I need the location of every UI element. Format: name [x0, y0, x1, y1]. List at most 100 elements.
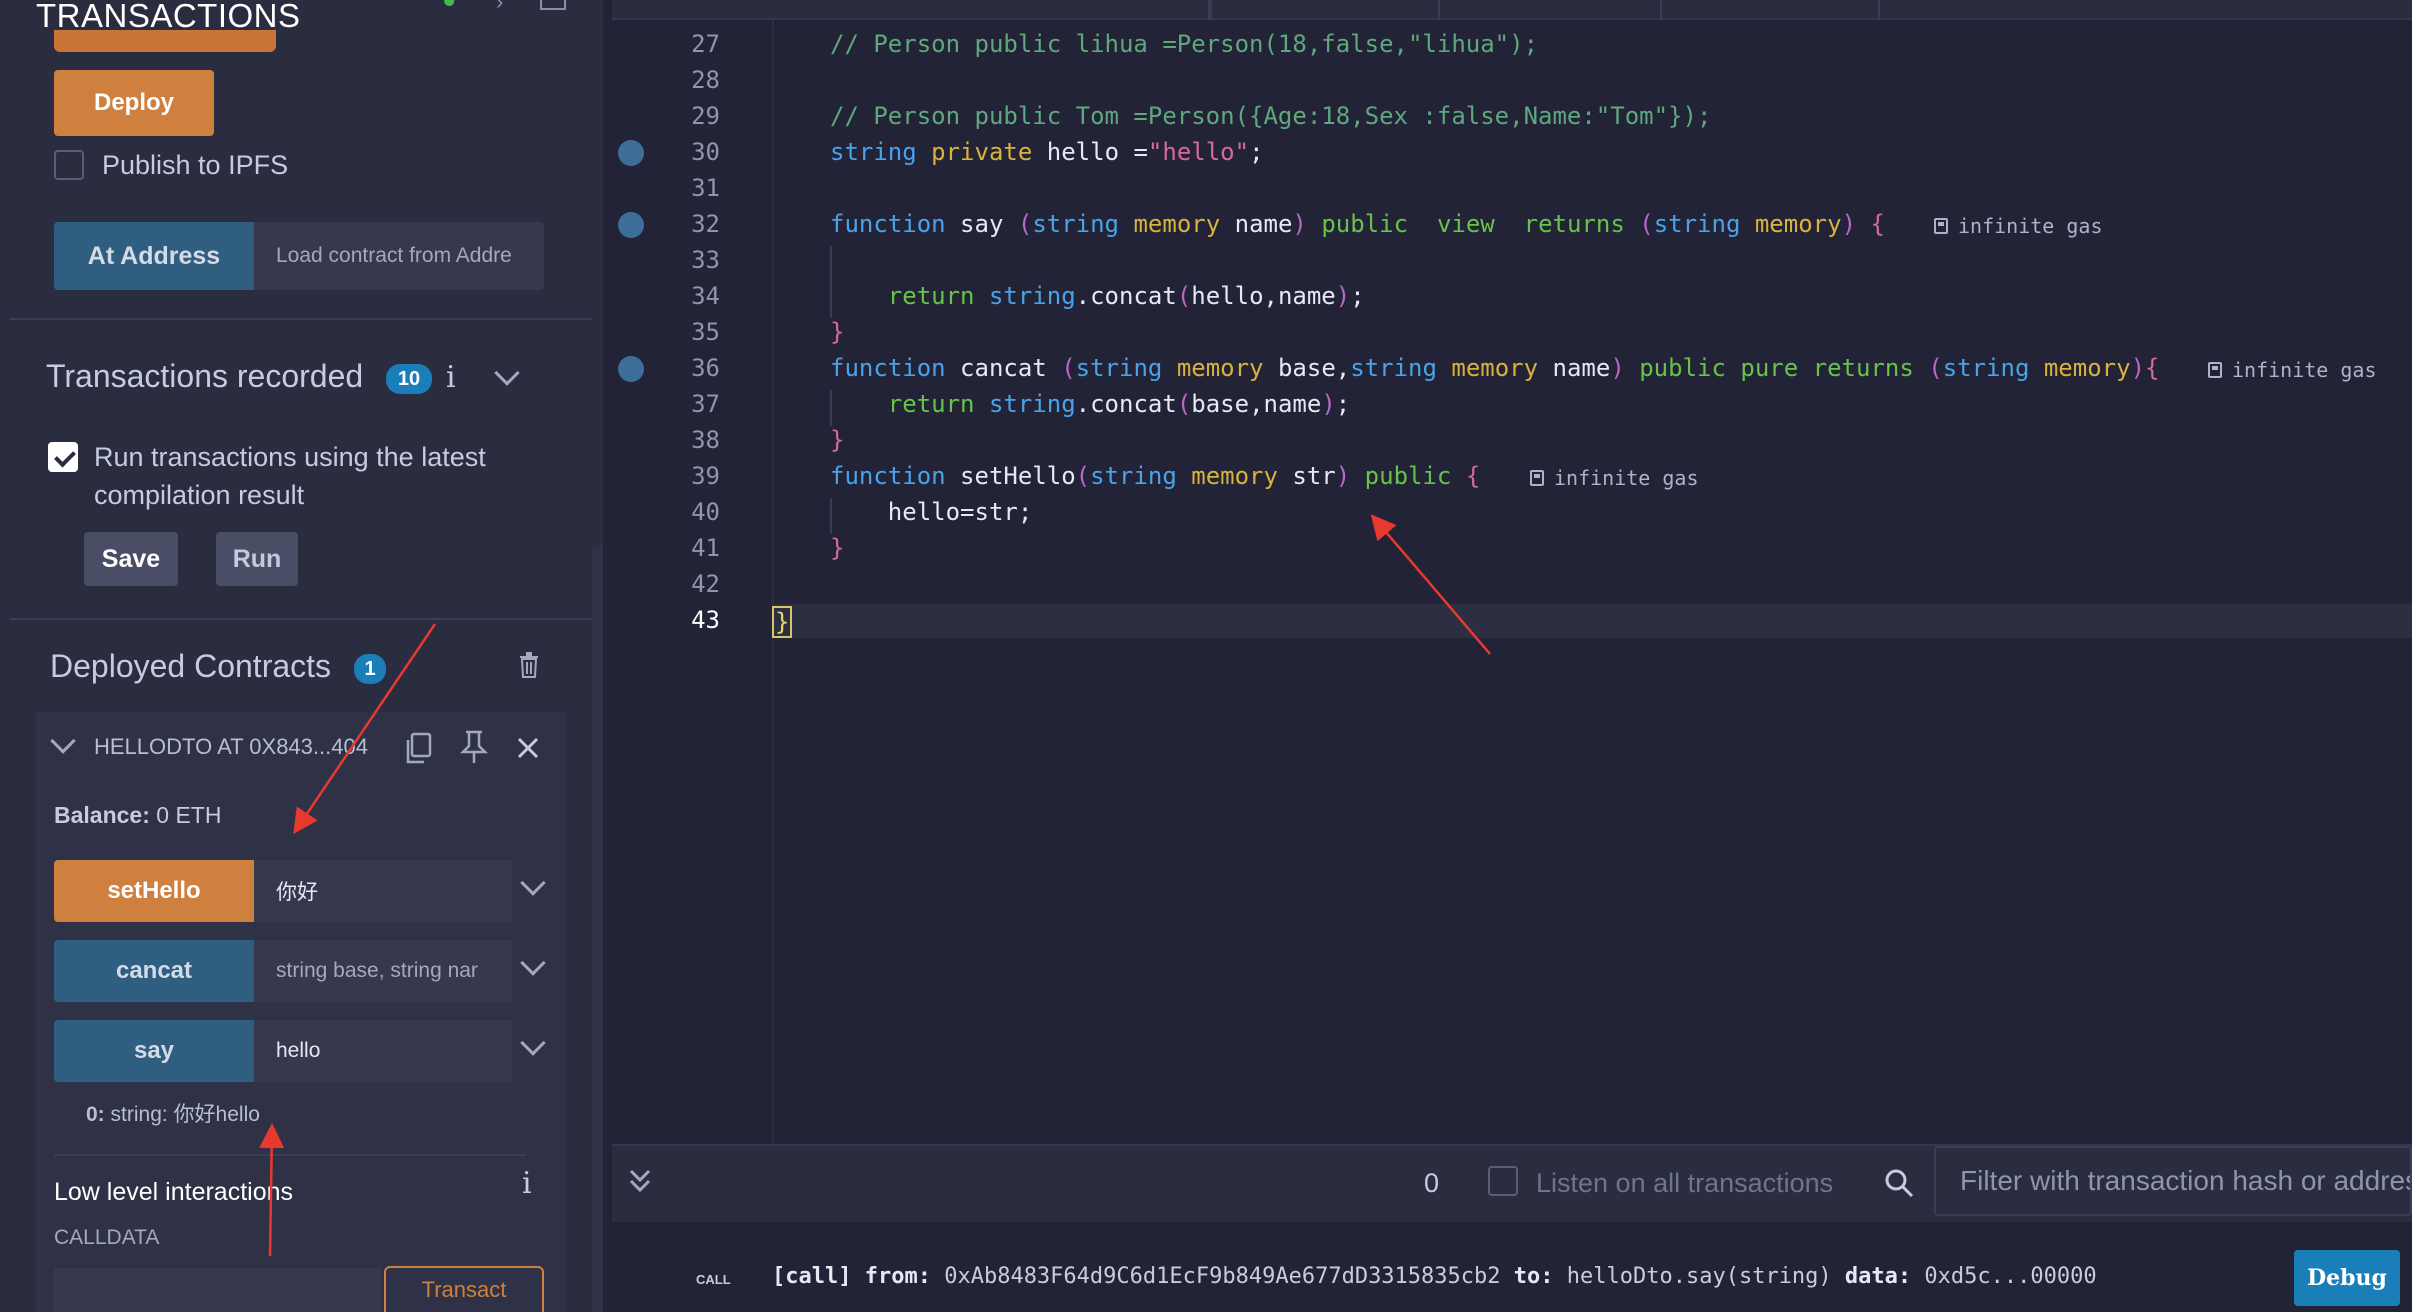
code-editor[interactable]: 27 28 29 30 31 32 33 34 35 36 37 38 39 4… [612, 0, 2412, 1144]
editor-tab[interactable] [1210, 0, 1440, 20]
transact-button[interactable]: Transact [384, 1266, 544, 1312]
gas-estimate-sethello: infinite gas [1530, 466, 1699, 490]
at-address-button[interactable]: At Address [54, 222, 254, 290]
chevron-down-icon[interactable] [494, 360, 520, 386]
compiler-version-badge [54, 30, 276, 52]
trash-icon[interactable] [518, 652, 540, 678]
text-cursor-brace: } [772, 606, 793, 638]
deployed-count-badge: 1 [354, 654, 386, 684]
sethello-button[interactable]: setHello [54, 860, 254, 922]
code-line-35: } [830, 318, 845, 346]
calldata-label: CALLDATA [54, 1226, 160, 1249]
code-line-32: function say (string memory name) public… [830, 210, 1885, 238]
line-number: 31 [691, 174, 720, 202]
line-number: 42 [691, 570, 720, 598]
log-from-label: from: [864, 1264, 931, 1289]
run-button[interactable]: Run [216, 532, 298, 586]
breakpoint-marker[interactable] [618, 140, 644, 166]
section-divider [54, 1154, 526, 1156]
low-level-info-icon[interactable]: i [522, 1166, 532, 1201]
contract-instance-name[interactable]: HELLODTO AT 0X843...404 [94, 734, 376, 760]
listen-all-label: Listen on all transactions [1536, 1168, 1834, 1198]
log-to: helloDto.say(string) [1566, 1264, 1832, 1289]
gas-pump-icon [1530, 470, 1544, 486]
pin-icon[interactable] [459, 730, 489, 769]
line-number: 38 [691, 426, 720, 454]
breakpoint-marker[interactable] [618, 212, 644, 238]
publish-ipfs-checkbox[interactable] [54, 150, 84, 180]
listen-all-checkbox[interactable] [1488, 1166, 1518, 1196]
info-icon[interactable]: i [446, 360, 456, 395]
say-button[interactable]: say [54, 1020, 254, 1082]
close-icon[interactable] [516, 736, 540, 765]
deployed-contracts-label: Deployed Contracts [50, 648, 332, 684]
at-address-input[interactable]: Load contract from Addre [254, 222, 544, 290]
code-area[interactable] [774, 20, 2412, 1144]
low-level-label: Low level interactions [54, 1178, 294, 1206]
terminal-panel: 0 Listen on all transactions Filter with… [612, 1144, 2412, 1312]
balance-value: 0 ETH [156, 802, 222, 828]
debug-button[interactable]: Debug [2294, 1250, 2400, 1306]
breakpoint-marker[interactable] [618, 356, 644, 382]
line-number: 28 [691, 66, 720, 94]
run-latest-label-line2: compilation result [94, 480, 305, 510]
code-line-37: return string.concat(base,name); [887, 390, 1351, 418]
collapse-terminal-icon[interactable] [628, 1168, 652, 1199]
copy-icon[interactable] [404, 732, 434, 769]
transactions-recorded-label: Transactions recorded [46, 358, 364, 394]
save-button[interactable]: Save [84, 532, 178, 586]
code-line-40: hello=str; [887, 498, 1033, 526]
search-icon[interactable] [1884, 1168, 1914, 1203]
line-number: 37 [691, 390, 720, 418]
line-number: 29 [691, 102, 720, 130]
code-line-41: } [830, 534, 845, 562]
log-prefix: [call] [772, 1264, 852, 1289]
log-from-address: 0xAb8483F64d9C6d1EcF9b849Ae677dD3315835c… [944, 1264, 1501, 1289]
deploy-button[interactable]: Deploy [54, 70, 214, 136]
log-data: 0xd5c...00000 [1924, 1264, 2097, 1289]
line-number: 30 [691, 138, 720, 166]
line-number: 35 [691, 318, 720, 346]
shield-check-icon[interactable]: ⚫ [440, 0, 466, 13]
result-value: string: 你好hello [110, 1103, 260, 1126]
cancat-input[interactable]: string base, string nar [254, 940, 512, 1002]
run-latest-label-line1: Run transactions using the latest [94, 442, 486, 472]
chevron-right-icon[interactable]: › [496, 0, 522, 13]
line-number: 36 [691, 354, 720, 382]
code-line-36: function cancat (string memory base,stri… [830, 354, 2160, 382]
line-number-active: 43 [691, 606, 720, 634]
panel-expand-icon[interactable] [540, 0, 566, 10]
balance-label: Balance: [54, 802, 150, 828]
line-number: 33 [691, 246, 720, 274]
section-divider [10, 618, 592, 620]
line-number: 34 [691, 282, 720, 310]
call-tag: CALL [696, 1272, 731, 1287]
terminal-log-entry[interactable]: [call] from: 0xAb8483F64d9C6d1EcF9b849Ae… [772, 1264, 2097, 1289]
publish-ipfs-label: Publish to IPFS [102, 150, 289, 180]
transactions-count-badge: 10 [386, 364, 432, 394]
code-line-38: } [830, 426, 845, 454]
scrollbar[interactable] [592, 545, 603, 1312]
gas-label: infinite gas [1554, 466, 1699, 490]
editor-tab[interactable] [1660, 0, 1880, 20]
line-number: 40 [691, 498, 720, 526]
line-number: 39 [691, 462, 720, 490]
gas-pump-icon [2208, 362, 2222, 378]
editor-tab-strip [612, 0, 2412, 20]
say-input[interactable]: hello [254, 1020, 512, 1082]
code-line-27: // Person public lihua =Person(18,false,… [830, 30, 1539, 58]
line-number: 32 [691, 210, 720, 238]
run-panel: TRANSACTIONS ⚫ › Deploy Publish to IPFS … [0, 0, 603, 1312]
section-divider [10, 318, 592, 320]
result-index: 0: [86, 1103, 105, 1126]
code-line-30: string private hello ="hello"; [830, 138, 1264, 166]
run-latest-checkbox[interactable] [48, 442, 78, 472]
gas-label: infinite gas [2232, 358, 2377, 382]
gas-label: infinite gas [1958, 214, 2103, 238]
calldata-input[interactable] [54, 1268, 382, 1312]
transaction-filter-input[interactable]: Filter with transaction hash or address [1934, 1146, 2412, 1216]
sethello-input[interactable]: 你好 [254, 860, 512, 922]
cancat-button[interactable]: cancat [54, 940, 254, 1002]
code-line-29: // Person public Tom =Person({Age:18,Sex… [830, 102, 1712, 130]
log-to-label: to: [1513, 1264, 1554, 1289]
